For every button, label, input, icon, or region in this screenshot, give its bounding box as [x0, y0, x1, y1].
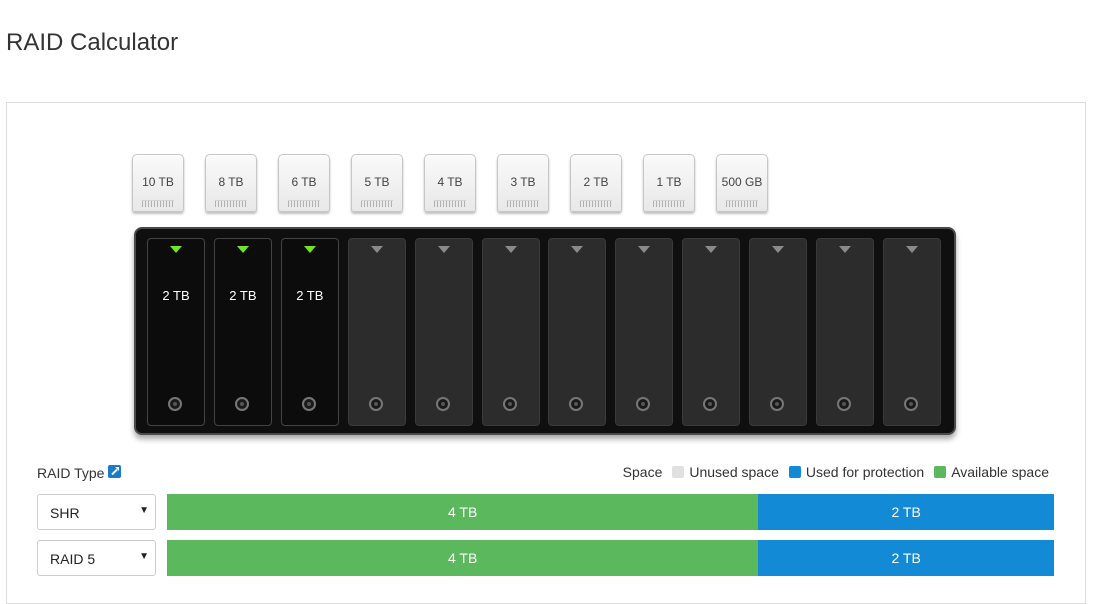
legend-swatch-available — [934, 466, 947, 478]
drive-bay[interactable] — [481, 238, 540, 426]
legend: Space Unused space Used for protection A… — [623, 464, 1049, 480]
disk-option-label: 3 TB — [510, 175, 536, 189]
drive-bay[interactable] — [882, 238, 941, 426]
disk-option[interactable]: 2 TB — [570, 154, 622, 212]
legend-label-protection: Used for protection — [805, 464, 925, 480]
bay-eject-button-icon[interactable] — [301, 397, 316, 411]
bay-status-led-icon — [638, 246, 651, 253]
disk-connector-icon — [507, 200, 539, 207]
bay-disk-size: 2 TB — [229, 288, 257, 303]
disk-connector-icon — [361, 200, 393, 207]
available-space-segment: 4 TB — [167, 540, 759, 576]
bay-eject-button-icon[interactable] — [837, 397, 851, 411]
bay-status-led-icon — [504, 246, 517, 253]
dropdown-arrow-icon: ▼ — [139, 551, 149, 562]
disk-option-label: 5 TB — [364, 175, 390, 189]
legend-swatch-protection — [788, 466, 801, 478]
disk-connector-icon — [142, 200, 174, 207]
available-space-segment: 4 TB — [167, 494, 759, 530]
disk-option[interactable]: 4 TB — [424, 154, 476, 212]
bay-eject-button-icon[interactable] — [234, 397, 249, 411]
bay-disk-size: 2 TB — [296, 288, 324, 303]
drive-bay[interactable] — [347, 238, 406, 426]
disk-option-label: 6 TB — [291, 175, 317, 189]
raid-type-select[interactable]: RAID 5 ▼ — [37, 540, 156, 576]
disk-option-label: 4 TB — [437, 175, 463, 189]
raid-type-value: RAID 5 — [50, 551, 96, 567]
drive-bay[interactable] — [682, 238, 741, 426]
protection-space-segment: 2 TB — [758, 540, 1054, 576]
page-title: RAID Calculator — [6, 29, 179, 56]
disk-option-label: 2 TB — [583, 175, 609, 189]
raid-type-label: RAID Type — [37, 465, 105, 481]
disk-option[interactable]: 1 TB — [643, 154, 695, 212]
drive-bay[interactable]: 2 TB — [280, 238, 339, 426]
bay-eject-button-icon[interactable] — [368, 397, 383, 411]
legend-title: Space — [622, 464, 663, 480]
disk-option-label: 8 TB — [218, 175, 244, 189]
disk-connector-icon — [580, 200, 612, 207]
disk-option[interactable]: 10 TB — [132, 154, 184, 212]
bay-eject-button-icon[interactable] — [636, 397, 651, 411]
raid-type-select[interactable]: SHR ▼ — [37, 494, 156, 530]
drive-bay[interactable] — [615, 238, 674, 426]
disk-option[interactable]: 500 GB — [716, 154, 768, 212]
bay-eject-button-icon[interactable] — [703, 397, 718, 411]
disk-option-label: 10 TB — [142, 175, 174, 189]
disk-option[interactable]: 8 TB — [205, 154, 257, 212]
disk-option-label: 500 GB — [721, 175, 763, 189]
disk-connector-icon — [288, 200, 320, 207]
drive-bay[interactable]: 2 TB — [213, 238, 272, 426]
disk-connector-icon — [726, 200, 758, 207]
drive-bay[interactable] — [749, 238, 808, 426]
bay-status-led-icon — [437, 246, 450, 253]
nas-enclosure: 2 TB 2 TB 2 TB — [134, 227, 956, 435]
bay-eject-button-icon[interactable] — [168, 397, 182, 411]
bay-eject-button-icon[interactable] — [435, 397, 450, 411]
drive-bay[interactable] — [548, 238, 607, 426]
legend-swatch-unused — [672, 466, 685, 478]
bay-status-led-icon — [303, 246, 316, 253]
bay-disk-size: 2 TB — [162, 288, 190, 303]
disk-connector-icon — [653, 200, 685, 207]
capacity-bar: 4 TB 2 TB — [167, 540, 1054, 576]
bay-eject-button-icon[interactable] — [569, 397, 584, 411]
bay-status-led-icon — [236, 246, 249, 253]
bay-eject-button-icon[interactable] — [502, 397, 517, 411]
disk-option-label: 1 TB — [656, 175, 682, 189]
bay-eject-button-icon[interactable] — [770, 397, 785, 411]
bay-status-led-icon — [571, 246, 584, 253]
external-link-icon[interactable] — [108, 465, 121, 478]
capacity-bar: 4 TB 2 TB — [167, 494, 1054, 530]
legend-label-available: Available space — [951, 464, 1049, 480]
bay-status-led-icon — [170, 246, 182, 253]
disk-option[interactable]: 5 TB — [351, 154, 403, 212]
bay-status-led-icon — [370, 246, 383, 253]
disk-connector-icon — [434, 200, 466, 207]
bay-status-led-icon — [839, 246, 851, 253]
drive-bay[interactable]: 2 TB — [147, 238, 205, 426]
drive-bay[interactable] — [414, 238, 473, 426]
dropdown-arrow-icon: ▼ — [139, 505, 149, 516]
raid-type-value: SHR — [50, 505, 80, 521]
bay-status-led-icon — [905, 246, 918, 253]
bay-status-led-icon — [705, 246, 718, 253]
disk-option[interactable]: 6 TB — [278, 154, 330, 212]
bay-eject-button-icon[interactable] — [903, 397, 918, 411]
disk-option[interactable]: 3 TB — [497, 154, 549, 212]
bay-status-led-icon — [772, 246, 785, 253]
legend-label-unused: Unused space — [689, 464, 779, 480]
disk-connector-icon — [215, 200, 247, 207]
drive-bay[interactable] — [816, 238, 874, 426]
protection-space-segment: 2 TB — [758, 494, 1054, 530]
